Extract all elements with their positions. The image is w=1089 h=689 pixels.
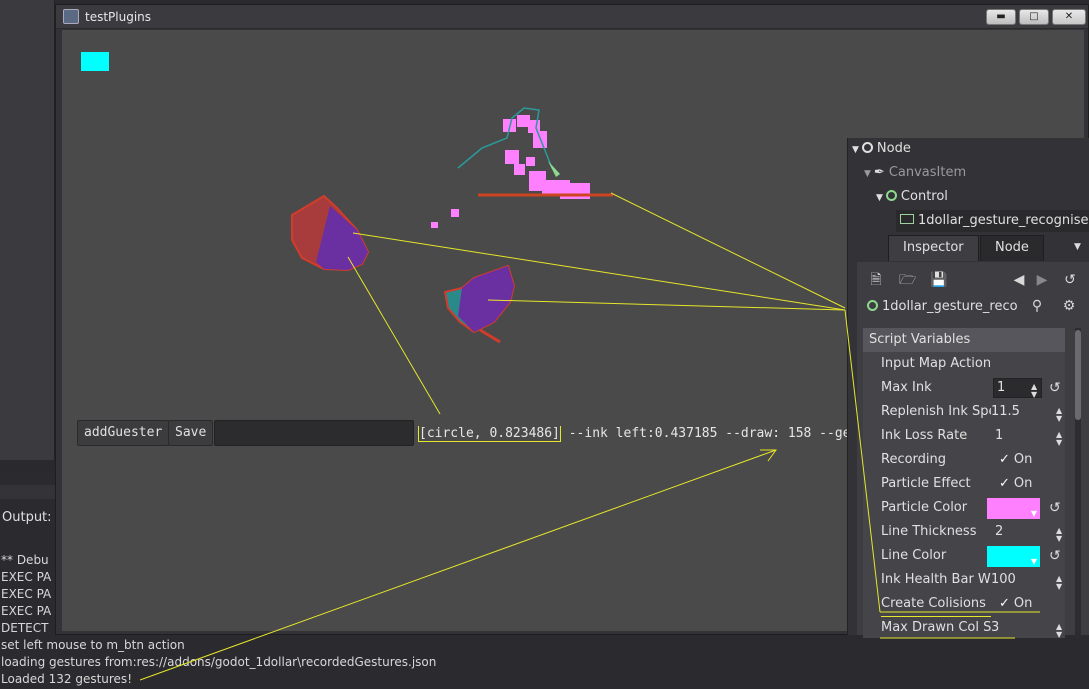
gesture-name-input[interactable] xyxy=(214,420,414,446)
search-icon[interactable]: ⚲ xyxy=(1029,298,1045,314)
spin-arrows-icon[interactable]: ▲ ▼ xyxy=(1031,383,1037,399)
prop-particle-effect[interactable]: Particle Effect ✓ On xyxy=(863,472,1065,496)
log-line: set left mouse to m_btn action xyxy=(1,638,185,652)
spin-arrows-icon[interactable]: ▲ ▼ xyxy=(1056,527,1062,543)
minimize-button[interactable]: ▬ xyxy=(986,9,1016,25)
prop-max-drawn-col-s[interactable]: Max Drawn Col S 3 ▲ ▼ xyxy=(863,616,1065,638)
ring-icon xyxy=(861,142,873,153)
ink-particles xyxy=(431,115,590,228)
object-name: 1dollar_gesture_reco xyxy=(882,299,1018,314)
prop-ink-health-bar-width[interactable]: Ink Health Bar Wi 100 ▲ ▼ xyxy=(863,568,1065,592)
godot-icon xyxy=(63,9,79,24)
property-scrollbar[interactable] xyxy=(1075,328,1081,638)
tab-menu-icon[interactable]: ▼ xyxy=(1074,242,1081,252)
spin-arrows-icon[interactable]: ▲ ▼ xyxy=(1056,575,1062,591)
gear-icon[interactable]: ⚙ xyxy=(1061,298,1077,314)
tree-item-label: Control xyxy=(900,189,948,204)
prop-ink-loss-rate[interactable]: Ink Loss Rate 1 ▲ ▼ xyxy=(863,424,1065,448)
log-line: Loaded 132 gestures! xyxy=(1,672,132,686)
open-folder-icon[interactable]: 🗁 xyxy=(899,272,916,288)
brush-icon: ✒ xyxy=(873,165,885,180)
tab-inspector[interactable]: Inspector xyxy=(888,235,979,261)
prop-input-map-action[interactable]: Input Map Action xyxy=(863,352,1065,376)
spin-arrows-icon[interactable]: ▲ ▼ xyxy=(1056,407,1062,423)
save-button[interactable]: Save xyxy=(168,420,214,446)
scrollbar-thumb[interactable] xyxy=(1075,330,1081,420)
checkbox-checked-icon[interactable]: ✓ xyxy=(999,476,1010,491)
add-gesture-button[interactable]: addGuester xyxy=(77,420,170,446)
gesture-shape-2-fill xyxy=(458,266,514,332)
log-line: EXEC PA xyxy=(1,570,52,584)
checkbox-checked-icon[interactable]: ✓ xyxy=(999,596,1010,611)
tree-item-gesture-recogniser[interactable]: 1dollar_gesture_recogniser xyxy=(900,213,1089,228)
log-line: DETECT xyxy=(1,621,49,635)
inspector-body: 🗎 🗁 💾 ◀ ▶ ↺ 1dollar_gesture_reco ⚲ ⚙ Scr… xyxy=(857,262,1089,638)
collapse-arrow-icon[interactable]: ▼ xyxy=(864,169,871,179)
recognition-result: [circle, 0.823486] xyxy=(418,426,561,442)
editor-divider xyxy=(0,485,55,499)
ring-icon xyxy=(867,300,878,311)
checkbox-checked-icon[interactable]: ✓ xyxy=(999,452,1010,467)
spin-arrows-icon[interactable]: ▲ ▼ xyxy=(1056,623,1062,639)
history-icon[interactable]: ↺ xyxy=(1062,272,1078,288)
editor-side-panel xyxy=(0,0,55,470)
reset-icon[interactable]: ↺ xyxy=(1049,496,1061,520)
collapse-arrow-icon[interactable]: ▼ xyxy=(852,145,859,155)
tree-item-label: Node xyxy=(876,141,911,156)
prop-create-colisions[interactable]: Create Colisions ✓ On xyxy=(863,592,1065,617)
log-line: loading gestures from:res://addons/godot… xyxy=(1,655,437,669)
collapse-arrow-icon[interactable]: ▼ xyxy=(876,193,883,203)
prop-replenish-ink-speed[interactable]: Replenish Ink Spe 11.5 ▲ ▼ xyxy=(863,400,1065,424)
title-bar[interactable]: testPlugins ▬ □ ✕ xyxy=(56,5,1088,29)
tree-item-node[interactable]: ▼ Node xyxy=(852,141,911,156)
save-disk-icon[interactable]: 💾 xyxy=(930,272,947,288)
editor-scrollbar[interactable] xyxy=(0,460,55,472)
reset-icon[interactable]: ↺ xyxy=(1049,376,1061,400)
tree-item-label: 1dollar_gesture_recogniser xyxy=(918,213,1089,228)
history-forward-icon[interactable]: ▶ xyxy=(1034,272,1050,288)
log-line: EXEC PA xyxy=(1,604,52,618)
particle-color-picker[interactable]: ▼ xyxy=(987,498,1040,519)
shape-2-tail xyxy=(479,328,501,344)
prop-particle-color[interactable]: Particle Color ▼ ↺ xyxy=(863,496,1065,520)
reset-icon[interactable]: ↺ xyxy=(1049,544,1061,568)
prop-recording[interactable]: Recording ✓ On xyxy=(863,448,1065,472)
section-script-variables[interactable]: Script Variables xyxy=(863,328,1065,352)
tree-item-control[interactable]: ▼ Control xyxy=(876,189,948,204)
pencil-cursor xyxy=(548,161,560,177)
new-resource-icon[interactable]: 🗎 xyxy=(868,272,884,288)
window-title: testPlugins xyxy=(85,10,152,24)
line-color-picker[interactable]: ▼ xyxy=(987,546,1040,567)
inspector-panel: ▼ Node ▼ ✒ CanvasItem ▼ Control 1dollar_gest… xyxy=(847,138,1089,638)
history-back-icon[interactable]: ◀ xyxy=(1011,272,1027,288)
spin-arrows-icon[interactable]: ▲ ▼ xyxy=(1056,431,1062,447)
ring-icon xyxy=(885,190,897,201)
selected-object: 1dollar_gesture_reco xyxy=(867,299,1018,314)
tab-node[interactable]: Node xyxy=(980,235,1044,261)
output-label: Output: xyxy=(2,510,52,525)
tree-item-label: CanvasItem xyxy=(888,165,967,180)
log-line: ** Debu xyxy=(1,553,49,567)
prop-max-ink[interactable]: Max Ink 1 ▲ ▼ ↺ xyxy=(863,376,1065,400)
close-button[interactable]: ✕ xyxy=(1052,9,1086,25)
maximize-button[interactable]: □ xyxy=(1019,9,1049,25)
prop-line-thickness[interactable]: Line Thickness 2 ▲ ▼ xyxy=(863,520,1065,544)
tree-item-canvasitem[interactable]: ▼ ✒ CanvasItem xyxy=(864,165,966,180)
prop-line-color[interactable]: Line Color ▼ ↺ xyxy=(863,544,1065,568)
log-line: EXEC PA xyxy=(1,587,52,601)
script-icon xyxy=(900,214,914,224)
property-list: Script Variables Input Map Action Max In… xyxy=(863,328,1065,638)
